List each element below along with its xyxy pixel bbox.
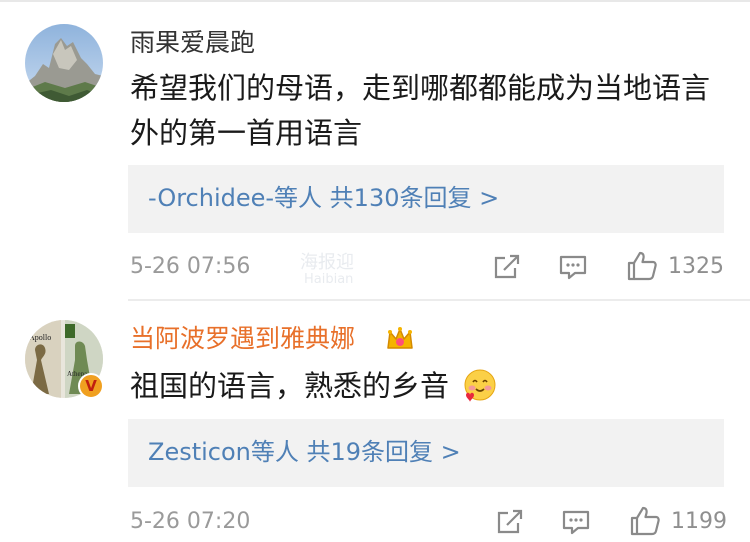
watermark-en: Haibian — [304, 272, 354, 287]
replies-link[interactable]: -Orchidee-等人 共130条回复 > — [148, 182, 499, 214]
replies-link[interactable]: Zesticon等人 共19条回复 > — [148, 436, 461, 468]
avatar-text-apollo: Apollo — [29, 333, 51, 342]
comment-time: 5-26 07:56 — [130, 254, 251, 279]
comment-icon[interactable] — [560, 506, 592, 538]
like-count: 1199 — [671, 509, 727, 534]
smiley-heart-emoji — [462, 368, 498, 404]
username[interactable]: 当阿波罗遇到雅典娜 — [130, 324, 355, 354]
comment-time: 5-26 07:20 — [130, 509, 251, 534]
crown-icon — [384, 322, 416, 354]
watermark-cn: 海报迎 — [300, 252, 354, 273]
share-icon[interactable] — [491, 251, 523, 283]
comment-divider — [128, 299, 750, 301]
top-divider — [0, 0, 750, 2]
watermark: 海报迎 Haibian — [298, 248, 448, 294]
verified-badge-label: V — [85, 377, 97, 395]
avatar-mountain-image — [25, 24, 103, 102]
like-icon[interactable] — [625, 249, 659, 283]
comments-page: 雨果爱晨跑 希望我们的母语，走到哪都都能成为当地语言外的第一首用语言 -Orch… — [0, 0, 750, 542]
comment-icon[interactable] — [557, 251, 589, 283]
like-icon[interactable] — [628, 504, 662, 538]
like-count: 1325 — [668, 254, 724, 279]
avatar[interactable] — [25, 24, 103, 102]
comment-text-body: 祖国的语言，熟悉的乡音 — [130, 369, 450, 403]
comment-text: 祖国的语言，熟悉的乡音 — [130, 364, 720, 409]
share-icon[interactable] — [494, 506, 526, 538]
verified-badge: V — [78, 373, 104, 399]
replies-summary[interactable]: -Orchidee-等人 共130条回复 > — [128, 165, 724, 233]
username[interactable]: 雨果爱晨跑 — [130, 28, 255, 58]
replies-summary[interactable]: Zesticon等人 共19条回复 > — [128, 419, 724, 487]
comment-text: 希望我们的母语，走到哪都都能成为当地语言外的第一首用语言 — [130, 71, 711, 150]
